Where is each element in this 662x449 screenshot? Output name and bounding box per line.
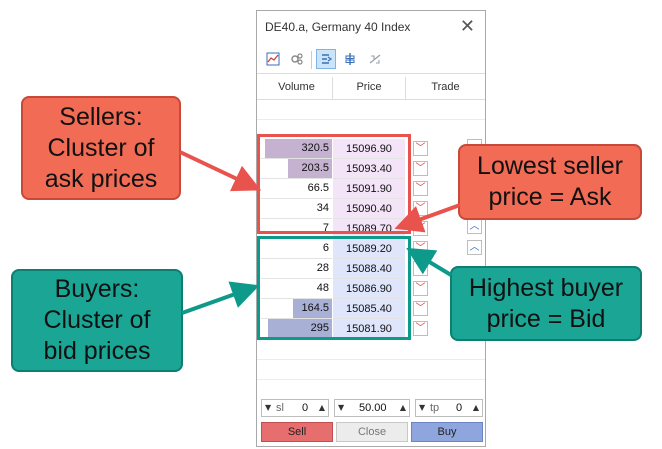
callout-arrows [179, 150, 461, 315]
buyers-arrow [181, 281, 260, 315]
ask-arrow [394, 203, 461, 233]
sellers-arrow [179, 150, 262, 192]
bid-arrow [406, 247, 453, 277]
